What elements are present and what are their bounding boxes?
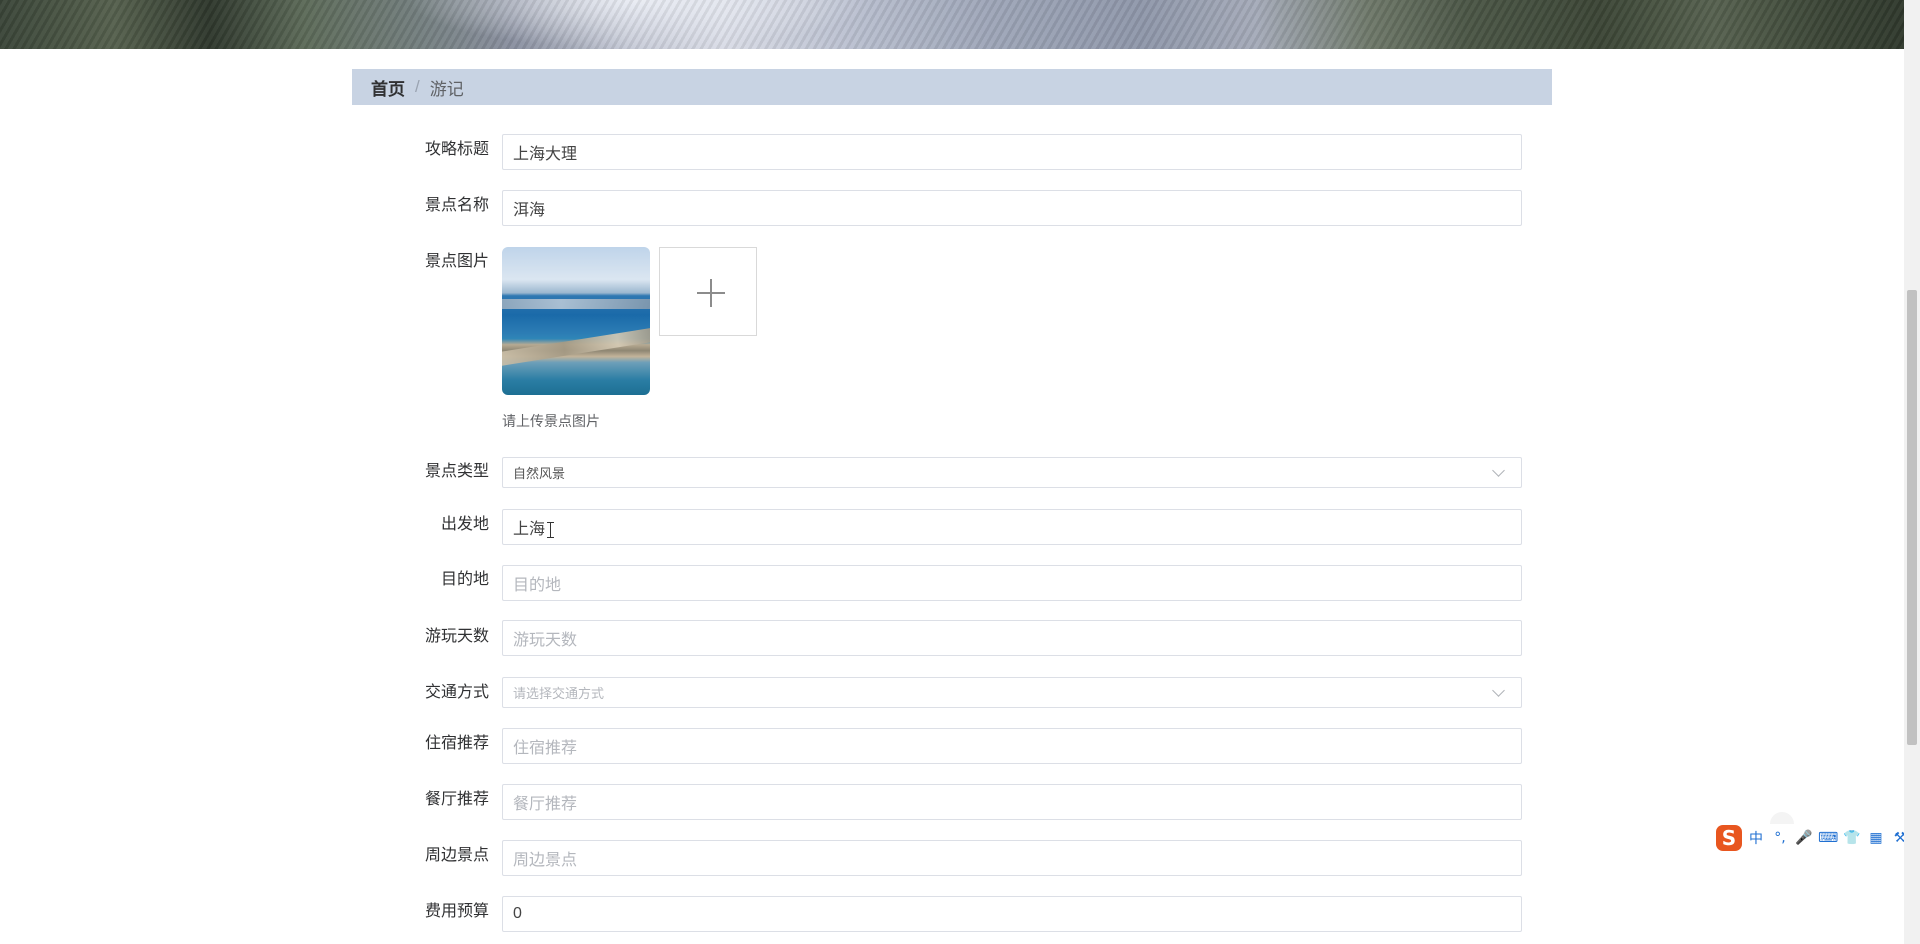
departure-value: 上海 xyxy=(513,521,546,538)
shirt-icon[interactable]: 👕 xyxy=(1842,830,1862,846)
spot-type-select[interactable]: 自然风景 xyxy=(502,457,1522,488)
restaurant-input[interactable]: 餐厅推荐 xyxy=(502,784,1522,820)
breadcrumb-current: 游记 xyxy=(429,79,464,99)
restaurant-label: 餐厅推荐 xyxy=(424,791,489,808)
days-label: 游玩天数 xyxy=(424,628,489,645)
days-input[interactable]: 游玩天数 xyxy=(502,620,1522,656)
apps-icon[interactable]: ▦ xyxy=(1866,830,1886,846)
keyboard-icon[interactable]: ⌨ xyxy=(1818,830,1838,846)
destination-placeholder: 目的地 xyxy=(513,577,562,594)
chevron-down-icon xyxy=(1492,464,1505,477)
ime-mode-toggle[interactable]: 中 xyxy=(1746,828,1766,848)
page-scrollbar[interactable] xyxy=(1904,0,1920,944)
ime-punctuation-toggle[interactable]: °, xyxy=(1770,830,1790,846)
mic-icon[interactable]: 🎤 xyxy=(1794,830,1814,846)
ime-toolbar: S 中 °, 🎤 ⌨ 👕 ▦ ⚒ xyxy=(1716,823,1916,853)
budget-input[interactable]: 0 xyxy=(502,896,1522,932)
lodging-input[interactable]: 住宿推荐 xyxy=(502,728,1522,764)
chevron-down-icon xyxy=(1492,684,1505,697)
destination-input[interactable]: 目的地 xyxy=(502,565,1522,601)
lodging-label: 住宿推荐 xyxy=(424,735,489,752)
top-banner-image xyxy=(0,0,1904,49)
lodging-placeholder: 住宿推荐 xyxy=(513,740,578,757)
departure-label: 出发地 xyxy=(440,516,489,533)
budget-value: 0 xyxy=(513,905,522,922)
uploaded-spot-image[interactable] xyxy=(502,247,650,395)
breadcrumb-separator: / xyxy=(415,77,420,96)
transport-label: 交通方式 xyxy=(424,684,489,701)
image-upload-button[interactable] xyxy=(659,247,757,336)
title-value: 上海大理 xyxy=(513,146,578,163)
title-label: 攻略标题 xyxy=(424,141,489,158)
nearby-label: 周边景点 xyxy=(424,847,489,864)
breadcrumb: 首页 / 游记 xyxy=(352,69,1552,105)
spot-name-label: 景点名称 xyxy=(424,197,489,214)
spot-name-input[interactable]: 洱海 xyxy=(502,190,1522,226)
destination-label: 目的地 xyxy=(440,571,489,588)
text-cursor-icon xyxy=(547,522,554,538)
sogou-logo-icon[interactable]: S xyxy=(1716,825,1742,851)
transport-select[interactable]: 请选择交通方式 xyxy=(502,677,1522,708)
scrollbar-thumb[interactable] xyxy=(1907,290,1917,745)
spot-type-value: 自然风景 xyxy=(513,466,566,481)
days-placeholder: 游玩天数 xyxy=(513,632,578,649)
restaurant-placeholder: 餐厅推荐 xyxy=(513,796,578,813)
spot-image-label: 景点图片 xyxy=(424,253,489,270)
breadcrumb-home[interactable]: 首页 xyxy=(371,75,405,100)
title-input[interactable]: 上海大理 xyxy=(502,134,1522,170)
transport-placeholder: 请选择交通方式 xyxy=(513,686,605,701)
departure-input[interactable]: 上海 xyxy=(502,509,1522,545)
upload-hint: 请上传景点图片 xyxy=(502,413,600,429)
spot-type-label: 景点类型 xyxy=(424,463,489,480)
spot-name-value: 洱海 xyxy=(513,202,546,219)
budget-label: 费用预算 xyxy=(424,903,489,920)
nearby-input[interactable]: 周边景点 xyxy=(502,840,1522,876)
nearby-placeholder: 周边景点 xyxy=(513,852,578,869)
